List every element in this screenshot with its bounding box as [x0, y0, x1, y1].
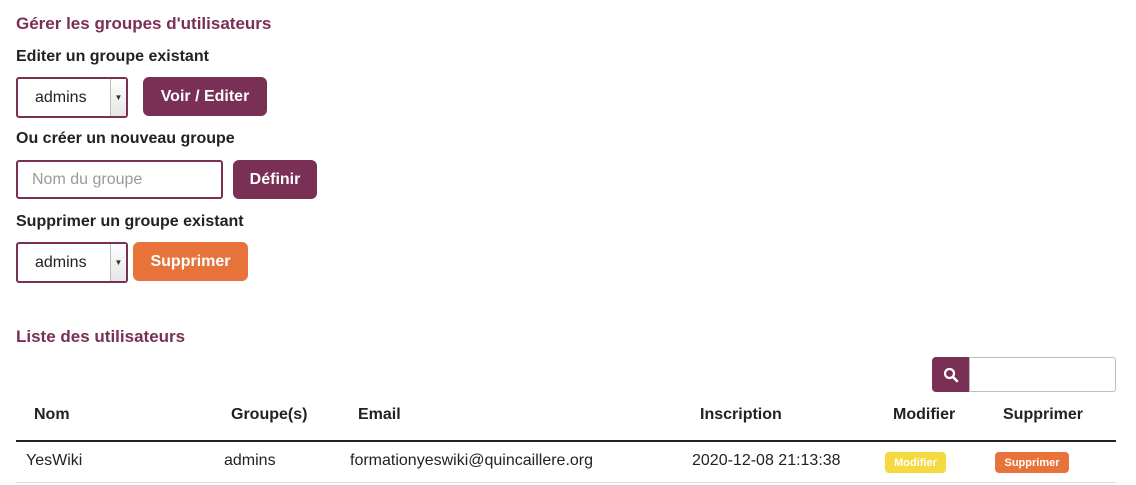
user-registered-cell: 2020-12-08 21:13:38 — [692, 452, 841, 469]
search-button[interactable] — [932, 357, 970, 392]
column-header-modifier: Modifier — [893, 406, 956, 423]
page: Gérer les groupes d'utilisateurs Editer … — [0, 0, 1136, 485]
delete-group-select-value: admins — [35, 253, 87, 271]
table-header-divider — [16, 440, 1116, 442]
edit-user-button[interactable]: Modifier — [885, 452, 946, 473]
delete-group-select[interactable]: admins ▼ — [16, 242, 128, 283]
groups-section-title: Gérer les groupes d'utilisateurs — [16, 14, 272, 33]
edit-group-select-value: admins — [35, 88, 87, 106]
edit-group-label: Editer un groupe existant — [16, 48, 209, 65]
column-header-email[interactable]: Email — [358, 406, 401, 424]
users-section-title: Liste des utilisateurs — [16, 327, 186, 346]
search-icon — [943, 367, 959, 382]
column-header-inscription[interactable]: Inscription — [700, 406, 782, 424]
group-name-input[interactable] — [16, 160, 223, 199]
user-groups-cell: admins — [224, 452, 276, 469]
edit-group-select[interactable]: admins ▼ — [16, 77, 128, 118]
view-edit-button[interactable]: Voir / Editer — [143, 77, 267, 116]
user-name-cell: YesWiki — [26, 452, 83, 469]
table-row-divider — [16, 482, 1116, 483]
create-group-label: Ou créer un nouveau groupe — [16, 130, 235, 147]
search-input[interactable] — [969, 357, 1116, 392]
delete-group-label: Supprimer un groupe existant — [16, 213, 244, 230]
column-header-groupes[interactable]: Groupe(s) — [231, 406, 307, 424]
column-header-supprimer: Supprimer — [1003, 406, 1084, 423]
delete-user-button[interactable]: Supprimer — [995, 452, 1069, 473]
chevron-down-icon: ▼ — [110, 244, 126, 281]
user-email-cell: formationyeswiki@quincaillere.org — [350, 452, 594, 469]
delete-group-button[interactable]: Supprimer — [133, 242, 248, 281]
chevron-down-icon: ▼ — [110, 79, 126, 116]
column-header-nom[interactable]: Nom — [34, 406, 70, 424]
define-group-button[interactable]: Définir — [233, 160, 317, 199]
